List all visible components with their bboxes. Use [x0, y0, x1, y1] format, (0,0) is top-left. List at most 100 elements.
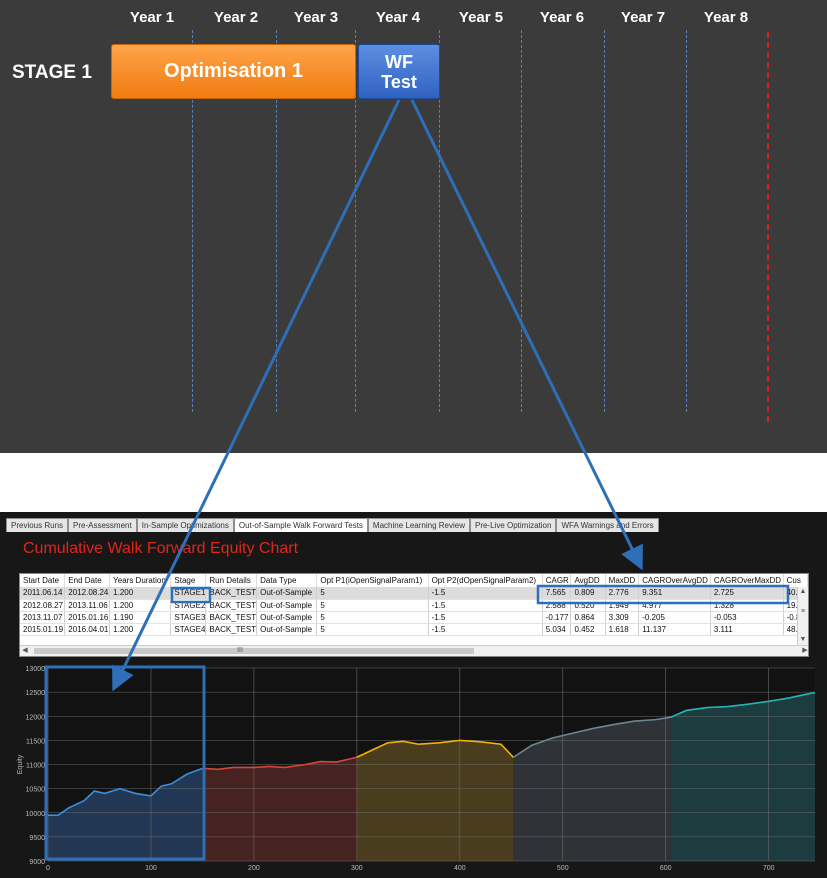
- tab-pre-assessment[interactable]: Pre-Assessment: [68, 518, 137, 532]
- stage-area-5: [670, 692, 815, 861]
- table-row[interactable]: 2011.06.14 2012.08.24 1.200 STAGE1 BACK_TEST…: [20, 587, 808, 600]
- y-tick-label: 9000: [29, 859, 45, 866]
- table-cell: 7.565: [542, 587, 572, 600]
- column-header[interactable]: CAGR: [542, 574, 572, 587]
- scroll-down-icon[interactable]: ▼: [798, 635, 808, 645]
- column-header[interactable]: Years Duration: [109, 574, 172, 587]
- column-header[interactable]: MaxDD: [605, 574, 640, 587]
- column-header[interactable]: End Date: [64, 574, 111, 587]
- horizontal-scrollbar[interactable]: ◀ III ▶: [20, 645, 808, 656]
- year-divider: [604, 30, 605, 412]
- table-cell: 5.034: [542, 623, 572, 636]
- column-header[interactable]: Data Type: [256, 574, 318, 587]
- y-tick-label: 12500: [26, 690, 46, 697]
- table-cell: 0.809: [570, 587, 606, 600]
- tab-wfa-warnings-and-errors[interactable]: WFA Warnings and Errors: [556, 518, 659, 532]
- table-cell: 2011.06.14: [20, 587, 66, 600]
- column-header[interactable]: Start Date: [20, 574, 66, 587]
- y-tick-label: 10000: [26, 811, 46, 818]
- year-label: Year 1: [129, 9, 175, 26]
- vertical-scrollbar[interactable]: ▲ ≡ ▼: [797, 587, 808, 645]
- tab-in-sample-optimizations[interactable]: In-Sample Optimizations: [136, 518, 234, 532]
- x-tick-label: 500: [557, 865, 569, 872]
- table-cell: 3.309: [605, 611, 640, 624]
- table-cell: 1.200: [109, 599, 172, 612]
- results-grid: Start Date End Date Years Duration Stage Run…: [20, 574, 808, 636]
- table-cell: BACK_TEST: [205, 599, 258, 612]
- x-tick-label: 300: [351, 865, 363, 872]
- year-divider: [521, 30, 522, 412]
- table-cell: Out-of-Sample: [256, 611, 318, 624]
- column-header[interactable]: Stage: [170, 574, 207, 587]
- table-cell: 2015.01.19: [20, 623, 66, 636]
- scroll-right-icon[interactable]: ▶: [800, 646, 808, 656]
- year-label: Year 4: [375, 9, 421, 26]
- table-row[interactable]: 2013.11.07 2015.01.16 1.190 STAGE3 BACK_TEST…: [20, 611, 808, 624]
- column-header[interactable]: Cus: [783, 574, 808, 587]
- table-cell: 2.588: [542, 599, 572, 612]
- table-cell: 0.520: [570, 599, 606, 612]
- scroll-up-icon[interactable]: ▲: [798, 587, 808, 597]
- equity-chart: 9000 9500 10000 10500 11000 11500 12000 12500 13…: [17, 666, 816, 872]
- column-header[interactable]: CAGROverAvgDD: [638, 574, 711, 587]
- x-tick-label: 700: [763, 865, 775, 872]
- table-cell: BACK_TEST: [205, 587, 258, 600]
- chart-title: Cumulative Walk Forward Equity Chart: [23, 540, 299, 557]
- table-cell: STAGE2: [170, 599, 207, 612]
- table-cell: 3.111: [710, 623, 784, 636]
- table-cell: 5: [316, 587, 429, 600]
- table-cell: 2012.08.27: [20, 599, 66, 612]
- table-cell: 1.949: [605, 599, 640, 612]
- year-label: Year 3: [293, 9, 339, 26]
- table-cell: 4.977: [638, 599, 711, 612]
- table-cell: 5: [316, 599, 429, 612]
- table-cell: -0.177: [542, 611, 572, 624]
- table-cell: BACK_TEST: [205, 623, 258, 636]
- table-row[interactable]: 2012.08.27 2013.11.06 1.200 STAGE2 BACK_TEST…: [20, 599, 808, 612]
- walk-forward-app-panel: Previous Runs Pre-Assessment In-Sample O…: [0, 512, 827, 878]
- y-axis-label: Equity: [17, 754, 24, 774]
- y-tick-label: 13000: [26, 666, 46, 673]
- horizontal-scroll-thumb[interactable]: [34, 648, 474, 654]
- year-label: Year 6: [539, 9, 585, 26]
- column-header[interactable]: Opt P1(iOpenSignalParam1): [316, 574, 429, 587]
- table-cell: -0.053: [710, 611, 784, 624]
- year-label: Year 8: [703, 9, 749, 26]
- x-tick-label: 200: [248, 865, 260, 872]
- table-cell: STAGE3: [170, 611, 207, 624]
- tab-out-of-sample-walk-forward-tests[interactable]: Out-of-Sample Walk Forward Tests: [233, 518, 368, 532]
- table-cell: 2012.08.24: [64, 587, 111, 600]
- table-cell: 5: [316, 611, 429, 624]
- table-row[interactable]: 2015.01.19 2016.04.01 1.200 STAGE4 BACK_TEST…: [20, 623, 808, 636]
- table-cell: -1.5: [428, 611, 543, 624]
- results-table: Start Date End Date Years Duration Stage Run…: [19, 573, 809, 657]
- table-cell: STAGE1: [170, 587, 207, 600]
- table-cell: 1.200: [109, 587, 172, 600]
- tab-pre-live-optimization[interactable]: Pre-Live Optimization: [469, 518, 557, 532]
- table-cell: 2016.04.01: [64, 623, 111, 636]
- y-tick-label: 11000: [26, 763, 45, 770]
- column-header[interactable]: CAGROverMaxDD: [710, 574, 784, 587]
- scroll-grip-mark: III: [237, 647, 243, 654]
- column-header[interactable]: Run Details: [205, 574, 258, 587]
- table-cell: 2015.01.16: [64, 611, 111, 624]
- table-cell: 2013.11.06: [64, 599, 111, 612]
- table-cell: Out-of-Sample: [256, 587, 318, 600]
- column-header[interactable]: AvgDD: [570, 574, 606, 587]
- column-header[interactable]: Opt P2(dOpenSignalParam2): [428, 574, 543, 587]
- end-marker-line: [767, 32, 769, 422]
- table-cell: 2.776: [605, 587, 640, 600]
- table-cell: STAGE4: [170, 623, 207, 636]
- tab-machine-learning-review[interactable]: Machine Learning Review: [367, 518, 470, 532]
- wf-test-box: WF Test: [358, 44, 440, 99]
- scroll-left-icon[interactable]: ◀: [20, 646, 30, 656]
- tab-previous-runs[interactable]: Previous Runs: [6, 518, 69, 532]
- table-cell: 1.200: [109, 623, 172, 636]
- table-cell: 1.618: [605, 623, 640, 636]
- table-cell: BACK_TEST: [205, 611, 258, 624]
- x-tick-label: 0: [46, 865, 50, 872]
- wf-label: WF: [385, 51, 413, 72]
- table-cell: Out-of-Sample: [256, 623, 318, 636]
- x-tick-label: 400: [454, 865, 466, 872]
- scroll-thumb-icon[interactable]: ≡: [798, 607, 808, 617]
